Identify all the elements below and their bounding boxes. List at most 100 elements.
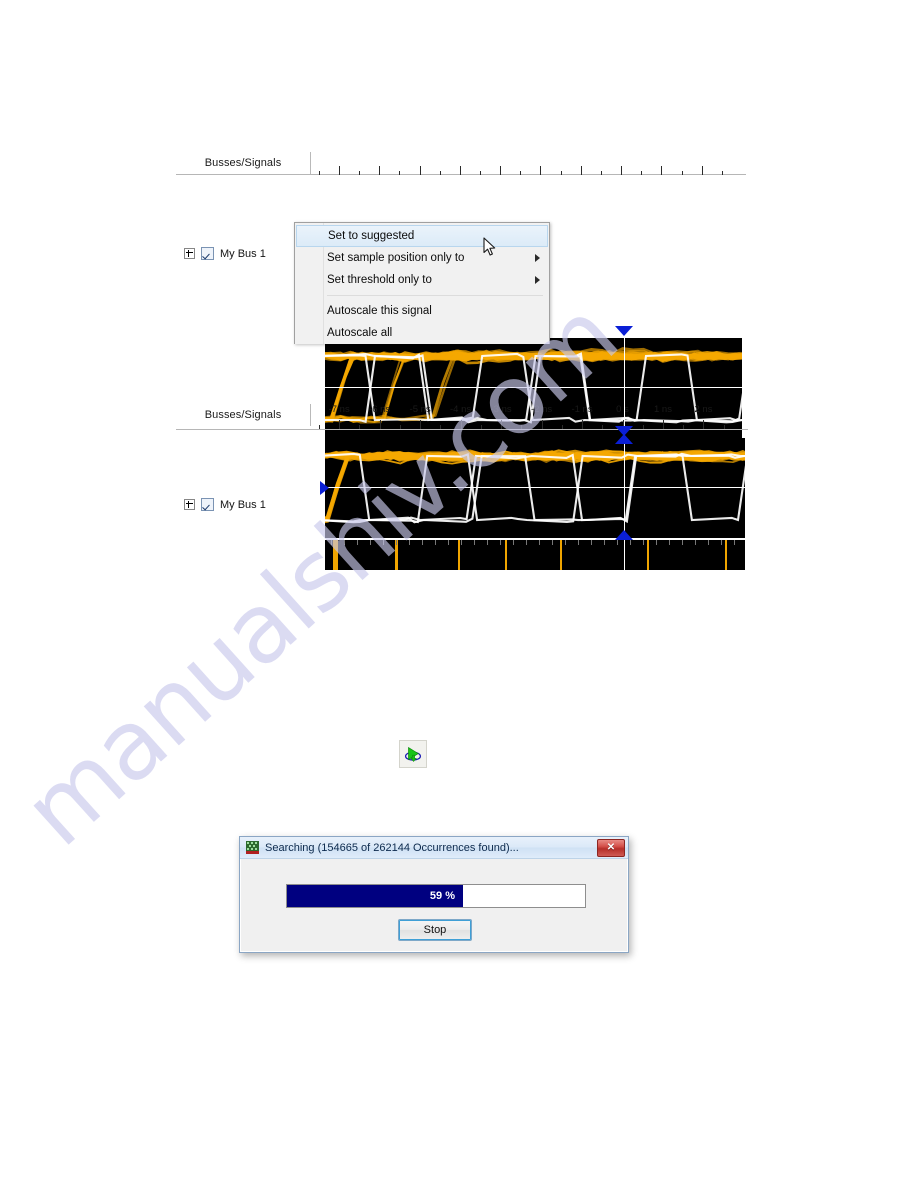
cursor-marker-bottom-down[interactable] <box>615 426 633 436</box>
time-tick-major <box>500 166 502 175</box>
bus-tick <box>474 540 475 545</box>
stop-button[interactable]: Stop <box>398 919 472 941</box>
searching-dialog[interactable]: Searching (154665 of 262144 Occurrences … <box>239 836 629 953</box>
waveform-panel-bottom: Busses/Signals -7 ns -6 ns -5 ns -4 ns -3 ns… <box>176 400 748 580</box>
time-tick-label: -3 ns <box>490 404 512 415</box>
run-find-icon-button[interactable] <box>399 740 427 768</box>
bus-strip-bottom[interactable] <box>325 540 745 570</box>
bus-tick <box>643 540 644 545</box>
dialog-title: Searching (154665 of 262144 Occurrences … <box>265 841 519 854</box>
time-tick-minor <box>440 425 442 429</box>
time-tick-minor <box>642 425 644 429</box>
cursor-marker-bottom-up[interactable] <box>615 530 633 540</box>
dialog-titlebar[interactable]: Searching (154665 of 262144 Occurrences … <box>240 837 628 859</box>
menu-item-label: Autoscale all <box>327 327 393 339</box>
time-tick-label: -2 ns <box>530 404 553 415</box>
time-tick-minor <box>600 171 602 175</box>
menu-item-autoscale-this-signal[interactable]: Autoscale this signal <box>295 300 549 322</box>
submenu-chevron-right-icon <box>535 276 540 284</box>
time-tick-minor <box>359 171 361 175</box>
time-tick-major <box>662 420 664 429</box>
time-tick-major <box>460 420 462 429</box>
time-tick-minor <box>521 425 523 429</box>
menu-item-set-to-suggested[interactable]: Set to suggested <box>296 225 548 247</box>
menu-item-autoscale-all[interactable]: Autoscale all <box>295 322 549 344</box>
bus-transition <box>725 540 727 570</box>
bus-transition <box>458 540 460 570</box>
signal-visibility-checkbox[interactable] <box>201 498 214 511</box>
time-tick-minor <box>480 171 482 175</box>
bus-tick <box>604 540 605 545</box>
time-tick-major <box>379 166 381 175</box>
time-tick-label: -7 ns <box>328 404 350 415</box>
bus-tick <box>708 540 709 545</box>
close-icon[interactable]: ✕ <box>597 838 625 857</box>
time-tick-minor <box>480 425 482 429</box>
threshold-line <box>325 387 742 388</box>
bus-tick <box>565 540 566 545</box>
bus-tick <box>591 540 592 545</box>
time-tick-major <box>582 420 584 429</box>
eye-diagram-bottom[interactable] <box>325 438 745 538</box>
time-tick-major <box>661 166 663 175</box>
bus-tick <box>734 540 735 545</box>
signal-visibility-checkbox[interactable] <box>201 247 214 260</box>
cursor-line-bottom[interactable] <box>624 432 625 572</box>
bus-tick <box>682 540 683 545</box>
bus-tick <box>461 540 462 545</box>
time-tick-minor <box>723 425 725 429</box>
time-tick-label: 1 ns <box>654 404 672 415</box>
signal-row-my-bus-1-bottom[interactable]: My Bus 1 <box>184 498 266 511</box>
menu-item-set-sample-position-only-to[interactable]: Set sample position only to <box>295 247 549 269</box>
time-tick-minor <box>602 425 604 429</box>
time-tick-major <box>501 420 503 429</box>
time-tick-major <box>419 166 421 175</box>
time-tick-minor <box>439 171 441 175</box>
panel-top-header-label: Busses/Signals <box>204 157 282 169</box>
menu-item-label: Set to suggested <box>328 230 415 242</box>
bus-tick <box>578 540 579 545</box>
signal-row-my-bus-1-top[interactable]: My Bus 1 <box>184 247 266 260</box>
threshold-arrow-marker[interactable] <box>320 481 329 495</box>
signal-label: My Bus 1 <box>220 247 266 260</box>
bus-tick <box>630 540 631 545</box>
menu-separator <box>327 295 543 296</box>
bus-tick <box>526 540 527 545</box>
time-tick-label: 0 s <box>616 404 629 415</box>
bus-transition <box>647 540 649 570</box>
time-tick-major <box>420 420 422 429</box>
bus-tick <box>344 540 345 545</box>
cursor-marker-top-down[interactable] <box>615 326 633 336</box>
bus-tick <box>617 540 618 545</box>
progress-percent-label: 59 % <box>429 890 455 902</box>
context-menu[interactable]: Set to suggested Set sample position only… <box>294 222 550 344</box>
expand-plus-icon[interactable] <box>184 248 195 259</box>
bus-tick <box>669 540 670 545</box>
expand-plus-icon[interactable] <box>184 499 195 510</box>
signal-label: My Bus 1 <box>220 498 266 511</box>
time-tick-label: -5 ns <box>409 404 431 415</box>
bus-tick <box>695 540 696 545</box>
app-icon <box>246 841 259 854</box>
bus-tick <box>513 540 514 545</box>
bus-transition <box>505 540 507 570</box>
time-ruler-bottom[interactable]: -7 ns -6 ns -5 ns -4 ns -3 ns -2 ns -1 ns 0 s 1 … <box>310 404 748 430</box>
time-tick-minor <box>399 171 401 175</box>
submenu-chevron-right-icon <box>535 254 540 262</box>
bus-tick <box>487 540 488 545</box>
time-tick-label: -1 ns <box>571 404 593 415</box>
threshold-line <box>325 487 745 488</box>
menu-item-set-threshold-only-to[interactable]: Set threshold only to <box>295 269 549 291</box>
time-tick-major <box>701 166 703 175</box>
time-tick-minor <box>641 171 643 175</box>
time-ruler-top[interactable] <box>310 148 746 176</box>
bus-tick <box>370 540 371 545</box>
time-tick-major <box>540 166 542 175</box>
bus-tick <box>539 540 540 545</box>
bus-transition <box>560 540 562 570</box>
bus-tick <box>422 540 423 545</box>
time-tick-label: -6 ns <box>369 404 391 415</box>
menu-item-label: Autoscale this signal <box>327 305 432 317</box>
menu-item-label: Set sample position only to <box>327 252 465 264</box>
bus-tick <box>500 540 501 545</box>
